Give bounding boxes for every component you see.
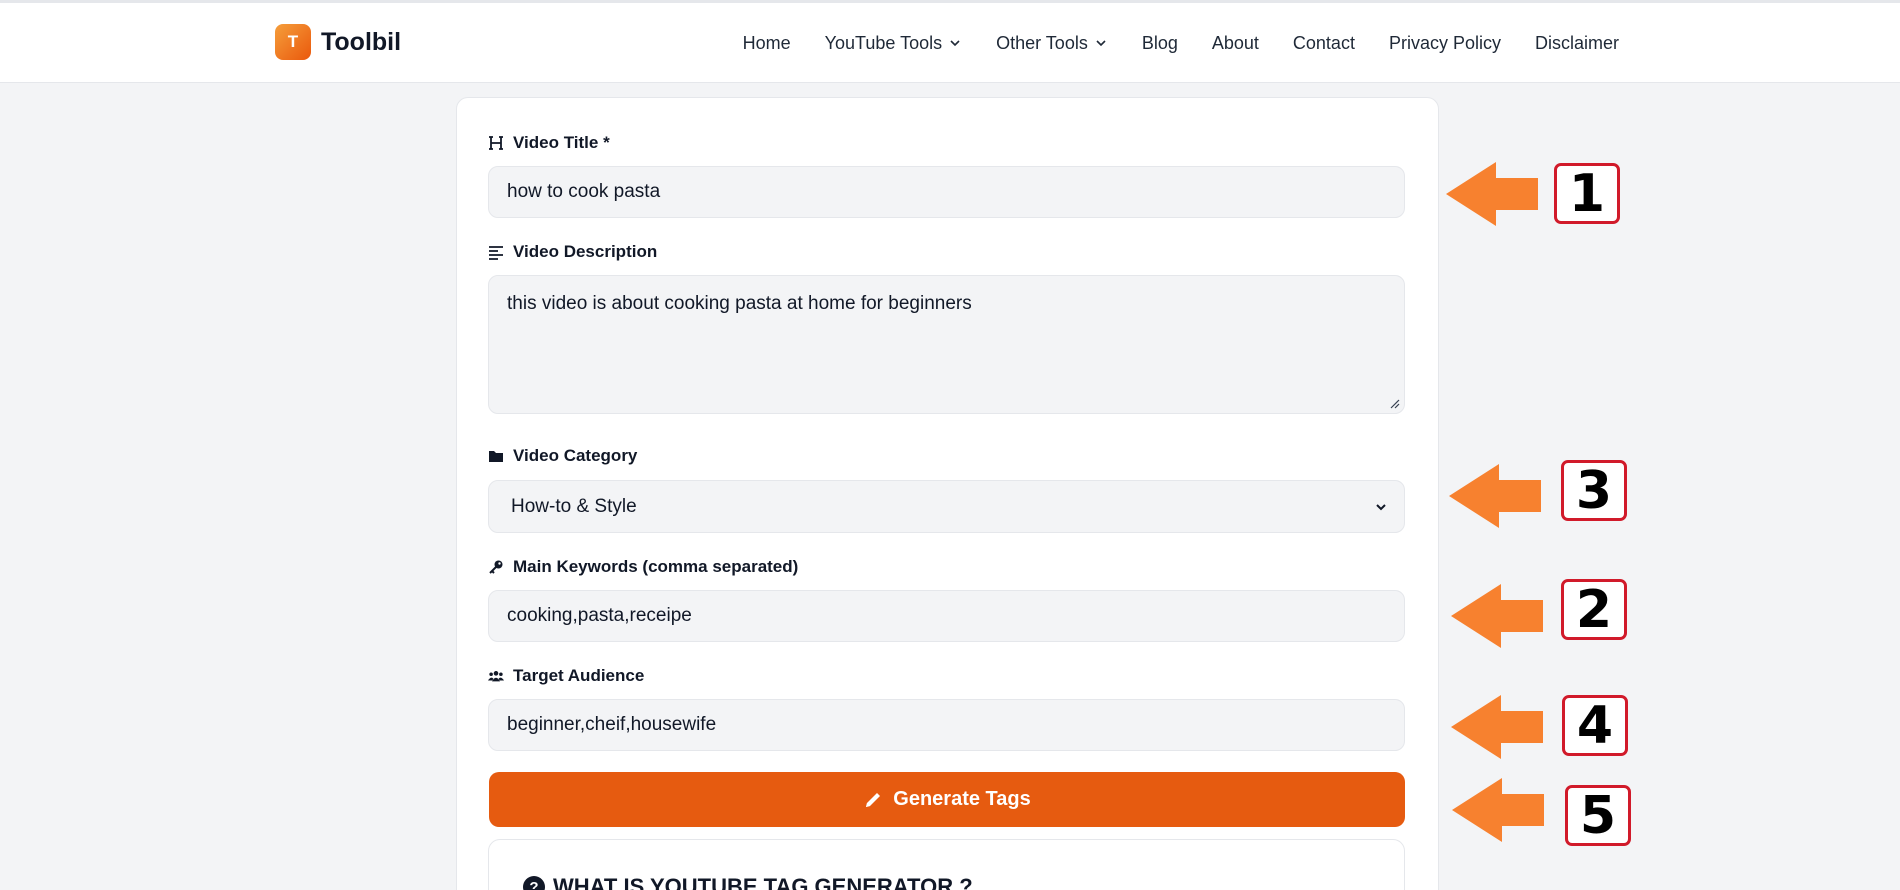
folder-icon	[489, 451, 503, 462]
nav-other-tools[interactable]: Other Tools	[996, 33, 1108, 54]
main-keywords-label: Main Keywords (comma separated)	[488, 557, 798, 577]
generate-tags-button[interactable]: Generate Tags	[489, 772, 1405, 827]
video-description-value: this video is about cooking pasta at hom…	[507, 293, 972, 314]
chevron-down-icon	[1096, 40, 1106, 47]
annotation-badge-4: 4	[1562, 695, 1628, 756]
nav-blog[interactable]: Blog	[1142, 33, 1178, 54]
brand-logo[interactable]: T Toolbil	[275, 24, 401, 60]
video-category-label: Video Category	[488, 446, 637, 466]
annotation-arrow-5	[1452, 778, 1544, 842]
nav-disclaimer[interactable]: Disclaimer	[1535, 33, 1619, 54]
annotation-badge-2: 2	[1561, 579, 1627, 640]
resize-handle-icon[interactable]	[1388, 397, 1400, 409]
nav-about[interactable]: About	[1212, 33, 1259, 54]
video-title-input[interactable]: how to cook pasta	[488, 166, 1405, 218]
annotation-arrow-3	[1449, 464, 1541, 528]
chevron-down-icon	[1376, 503, 1386, 510]
target-audience-value: beginner,cheif,housewife	[507, 714, 717, 735]
main-keywords-input[interactable]: cooking,pasta,receipe	[488, 590, 1405, 642]
annotation-badge-1: 1	[1554, 163, 1620, 224]
main-nav: Home YouTube Tools Other Tools Blog Abou…	[743, 3, 1619, 83]
generate-tags-label: Generate Tags	[893, 788, 1031, 810]
main-keywords-value: cooking,pasta,receipe	[507, 605, 692, 626]
question-circle-icon: ?	[523, 876, 545, 890]
target-audience-label: Target Audience	[488, 666, 644, 686]
site-header: T Toolbil Home YouTube Tools Other Tools…	[0, 3, 1900, 83]
nav-contact[interactable]: Contact	[1293, 33, 1355, 54]
faq-title: ? WHAT IS YOUTUBE TAG GENERATOR ?	[523, 874, 973, 890]
annotation-badge-3: 3	[1561, 460, 1627, 521]
faq-section: ? WHAT IS YOUTUBE TAG GENERATOR ?	[488, 839, 1405, 890]
annotation-arrow-1	[1446, 162, 1538, 226]
annotation-arrow-2	[1451, 584, 1543, 648]
video-description-textarea[interactable]: this video is about cooking pasta at hom…	[488, 275, 1405, 414]
video-description-label: Video Description	[488, 242, 657, 262]
logo-icon: T	[275, 24, 311, 60]
target-audience-input[interactable]: beginner,cheif,housewife	[488, 699, 1405, 751]
video-category-value: How-to & Style	[511, 495, 637, 517]
video-title-label: Video Title *	[488, 133, 610, 153]
video-title-value: how to cook pasta	[507, 181, 661, 202]
chevron-down-icon	[950, 40, 960, 47]
nav-privacy-policy[interactable]: Privacy Policy	[1389, 33, 1501, 54]
nav-youtube-tools[interactable]: YouTube Tools	[825, 33, 962, 54]
video-category-select[interactable]: How-to & Style	[488, 480, 1405, 533]
align-left-icon	[489, 246, 503, 260]
heading-icon	[489, 136, 503, 150]
users-icon	[488, 671, 504, 682]
pencil-icon	[866, 792, 881, 807]
key-icon	[489, 560, 503, 574]
annotation-badge-5: 5	[1565, 785, 1631, 846]
brand-name: Toolbil	[321, 27, 402, 56]
annotation-arrow-4	[1451, 695, 1543, 759]
nav-home[interactable]: Home	[743, 33, 791, 54]
